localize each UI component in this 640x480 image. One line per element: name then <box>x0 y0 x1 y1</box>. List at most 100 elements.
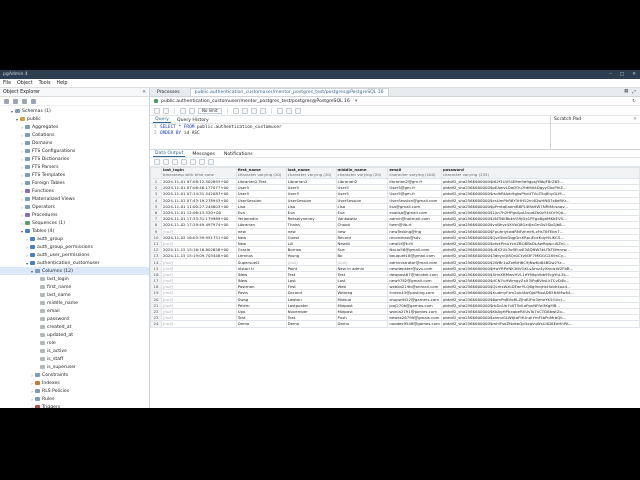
expand-toggle-icon[interactable]: › <box>20 141 24 146</box>
tree-item[interactable]: › Procedures <box>0 211 149 219</box>
tree-item[interactable]: › Sequences (1) <box>0 219 149 227</box>
tree-item[interactable]: › Aggregates <box>0 123 149 131</box>
tree-item[interactable]: last_login <box>0 275 149 283</box>
column-header[interactable]: first_name character varying (20) <box>235 167 287 179</box>
expand-toggle-icon[interactable]: › <box>30 389 34 394</box>
tree-item[interactable]: › FTS Dictionaries <box>0 155 149 163</box>
tree-item[interactable]: › FTS Templates <box>0 171 149 179</box>
paste-button[interactable] <box>172 159 178 165</box>
expand-toggle-icon[interactable]: › <box>20 133 24 138</box>
maximize-button[interactable]: □ <box>620 72 624 77</box>
tree-item[interactable]: is_staff <box>0 355 149 363</box>
graph-button[interactable] <box>208 159 214 165</box>
tab-query[interactable]: Query <box>153 117 171 123</box>
expand-toggle-icon[interactable]: ▾ <box>30 269 34 274</box>
table-cell[interactable]: webbs219b@onmail.com <box>387 283 442 291</box>
column-header[interactable]: last_name character varying (20) <box>285 167 337 179</box>
limit-select[interactable]: No limit <box>198 107 222 114</box>
column-header[interactable]: password character varying (255) <box>440 167 640 179</box>
table-cell[interactable]: 2024-11-01 07:08:46.177077+00 <box>160 184 237 192</box>
table-cell[interactable]: 2024-11-01 07:08:12.502893+00 <box>160 177 237 186</box>
expand-toggle-icon[interactable]: › <box>20 213 24 218</box>
row-number[interactable]: 24 <box>150 320 162 328</box>
table-cell[interactable]: shopwitt22@gamers.com <box>387 295 442 303</box>
expand-toggle-icon[interactable]: › <box>20 181 24 186</box>
expand-icon[interactable]: ⤢ <box>632 89 636 95</box>
expand-toggle-icon[interactable]: › <box>20 125 24 130</box>
table-cell[interactable]: bewes26799@gmais.com <box>387 314 442 322</box>
column-header[interactable]: middle_name character varying (20) <box>335 167 389 179</box>
table-cell[interactable]: linden43@posting.com <box>387 289 442 297</box>
tree-item[interactable]: › auth_group_permissions <box>0 243 149 251</box>
expand-toggle-icon[interactable]: › <box>20 189 24 194</box>
expand-toggle-icon[interactable]: › <box>20 197 24 202</box>
table-cell[interactable]: UserSession@gmail.com <box>387 196 442 204</box>
expand-toggle-icon[interactable]: › <box>30 405 34 409</box>
tree-item[interactable]: › Indexes <box>0 379 149 387</box>
stop-button[interactable] <box>241 107 248 114</box>
sql-code[interactable]: 1 SELECT * FROM public.authentication_cu… <box>150 124 550 137</box>
table-cell[interactable]: 2024-11-01 07:43:19.278943+00 <box>160 196 237 204</box>
tree-item[interactable]: › FTS Parsers <box>0 163 149 171</box>
open-file-button[interactable] <box>154 107 160 114</box>
tree-item[interactable]: ▾ Columns (12) <box>0 267 149 275</box>
execute-button[interactable] <box>232 107 239 114</box>
expand-toggle-icon[interactable]: › <box>20 149 24 154</box>
tab-data-output[interactable]: Data Output <box>153 151 186 157</box>
table-cell[interactable]: bouquet18@gmail.com <box>387 252 442 260</box>
add-row-button[interactable] <box>154 159 160 165</box>
rollback-button[interactable] <box>285 107 292 114</box>
chevron-down-icon[interactable]: ▾ <box>355 99 357 104</box>
table-cell[interactable]: 2024-11-15 15:19:09.703448+00 <box>160 252 237 260</box>
tree-item[interactable]: › Constraints <box>0 371 149 379</box>
column-header[interactable]: last_login timestamp with time zone <box>160 167 237 179</box>
delete-row-button[interactable] <box>181 159 187 165</box>
tree-item[interactable]: › Operators <box>0 203 149 211</box>
table-cell[interactable]: Demo <box>285 320 337 328</box>
tree-item[interactable]: role <box>0 339 149 347</box>
download-button[interactable] <box>199 159 205 165</box>
minimize-button[interactable]: – <box>610 72 612 77</box>
table-cell[interactable]: pbkdf2_sha256$600000$mhlFsdZNdkbQp3xgVuW… <box>440 320 640 328</box>
tree-item[interactable]: › RLS Policies <box>0 387 149 395</box>
table-cell[interactable]: administrator@mail.com <box>387 258 442 266</box>
tree-item[interactable]: is_superuser <box>0 363 149 371</box>
tab-notifications[interactable]: Notifications <box>222 152 255 157</box>
close-icon[interactable]: ✕ <box>142 90 146 95</box>
tree-item[interactable]: last_name <box>0 291 149 299</box>
tab-query-tool[interactable]: public.authentication_customuser/mentor_… <box>189 88 389 96</box>
save-data-button[interactable] <box>190 159 196 165</box>
expand-toggle-icon[interactable]: › <box>25 237 29 242</box>
edit-button[interactable] <box>180 107 186 114</box>
filter-icon[interactable] <box>22 98 27 104</box>
commit-button[interactable] <box>276 107 283 114</box>
explain-analyze-button[interactable] <box>259 107 266 114</box>
grid-icon[interactable]: ▦ <box>624 89 628 95</box>
tree-item[interactable]: ▾ public <box>0 115 149 123</box>
tree-item[interactable]: ▾ Schemas (1) <box>0 107 149 115</box>
tree-item[interactable]: first_name <box>0 283 149 291</box>
expand-toggle-icon[interactable]: ▾ <box>15 117 19 122</box>
save-file-button[interactable] <box>163 107 169 114</box>
tab-messages[interactable]: Messages <box>190 152 217 157</box>
table-cell[interactable]: 2024-11-02 17:29:49.497974+00 <box>160 221 237 229</box>
tab-query-history[interactable]: Query History <box>175 118 211 123</box>
tree-item[interactable]: ▾ Tables (4) <box>0 227 149 235</box>
table-cell[interactable]: 2024-11-01 11:00:27.244603+00 <box>160 202 237 210</box>
expand-toggle-icon[interactable]: › <box>30 381 34 386</box>
expand-toggle-icon[interactable]: › <box>25 253 29 258</box>
tree-item[interactable]: email <box>0 307 149 315</box>
table-cell[interactable]: wonla2791@ponies.com <box>387 307 442 316</box>
expand-toggle-icon[interactable]: ▾ <box>25 261 29 266</box>
expand-toggle-icon[interactable]: › <box>20 165 24 170</box>
scratch-pad[interactable]: Scratch Pad ✕ <box>550 116 640 149</box>
table-icon[interactable] <box>13 98 18 104</box>
close-window-button[interactable]: ✕ <box>632 72 636 77</box>
tree-item[interactable]: middle_name <box>0 299 149 307</box>
table-cell[interactable]: dewpost67@idcokei.com <box>387 270 442 279</box>
menu-object[interactable]: Object <box>17 81 33 86</box>
expand-toggle-icon[interactable]: › <box>20 205 24 210</box>
tree-item[interactable]: › auth_group <box>0 235 149 243</box>
tab-processes[interactable]: Processes <box>153 89 184 96</box>
macros-button[interactable] <box>294 107 301 114</box>
